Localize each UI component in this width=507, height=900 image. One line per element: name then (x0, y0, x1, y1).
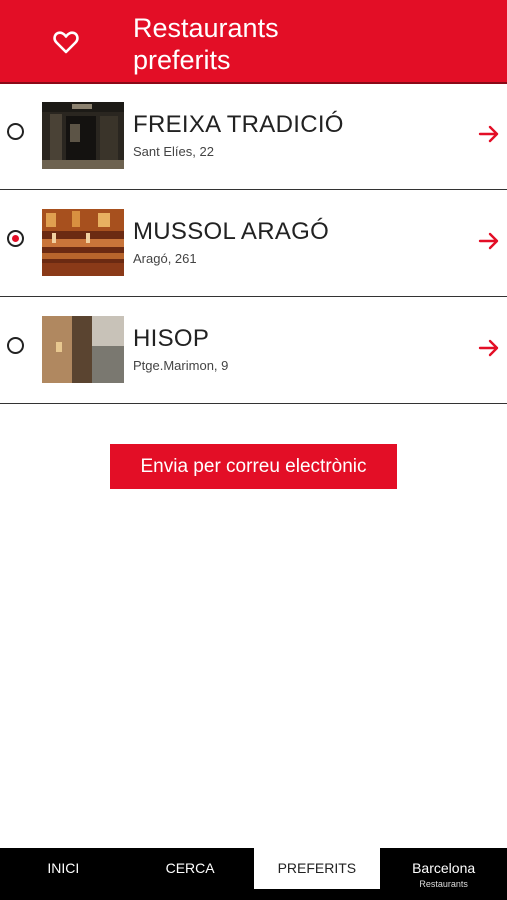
title-line-1: Restaurants (133, 13, 279, 43)
select-radio[interactable] (7, 230, 24, 247)
select-radio[interactable] (7, 337, 24, 354)
tab-cerca[interactable]: CERCA (127, 848, 254, 900)
tab-bar: INICI CERCA PREFERITS Barcelona Restaura… (0, 848, 507, 900)
tab-label: Barcelona (412, 860, 476, 876)
list-item[interactable]: HISOP Ptge.Marimon, 9 (0, 297, 507, 404)
restaurant-name: FREIXA TRADICIÓ (133, 111, 344, 138)
restaurant-name: HISOP (133, 325, 210, 352)
list-item[interactable]: MUSSOL ARAGÓ Aragó, 261 (0, 190, 507, 297)
tab-sublabel: Restaurants (419, 879, 468, 889)
title-line-2: preferits (133, 45, 231, 75)
tab-label: CERCA (165, 860, 215, 876)
tab-inici[interactable]: INICI (0, 848, 127, 900)
app-header: Restaurants preferits (0, 0, 507, 84)
select-radio[interactable] (7, 123, 24, 140)
restaurant-address: Sant Elíes, 22 (133, 144, 214, 159)
restaurant-thumbnail (42, 316, 124, 383)
send-email-button[interactable]: Envia per correu electrònic (110, 444, 397, 489)
restaurant-name: MUSSOL ARAGÓ (133, 218, 330, 245)
arrow-right-icon[interactable] (478, 337, 500, 359)
heart-icon[interactable] (52, 28, 80, 56)
arrow-right-icon[interactable] (478, 230, 500, 252)
restaurant-thumbnail (42, 102, 124, 169)
tab-barcelona[interactable]: Barcelona Restaurants (380, 848, 507, 900)
page-title: Restaurants preferits (133, 12, 393, 76)
tab-label: INICI (47, 860, 80, 876)
restaurant-thumbnail (42, 209, 124, 276)
tab-label: PREFERITS (277, 860, 357, 876)
restaurant-address: Ptge.Marimon, 9 (133, 358, 229, 373)
list-item[interactable]: FREIXA TRADICIÓ Sant Elíes, 22 (0, 83, 507, 190)
tab-preferits[interactable]: PREFERITS (253, 848, 381, 889)
restaurant-address: Aragó, 261 (133, 251, 197, 266)
arrow-right-icon[interactable] (478, 123, 500, 145)
